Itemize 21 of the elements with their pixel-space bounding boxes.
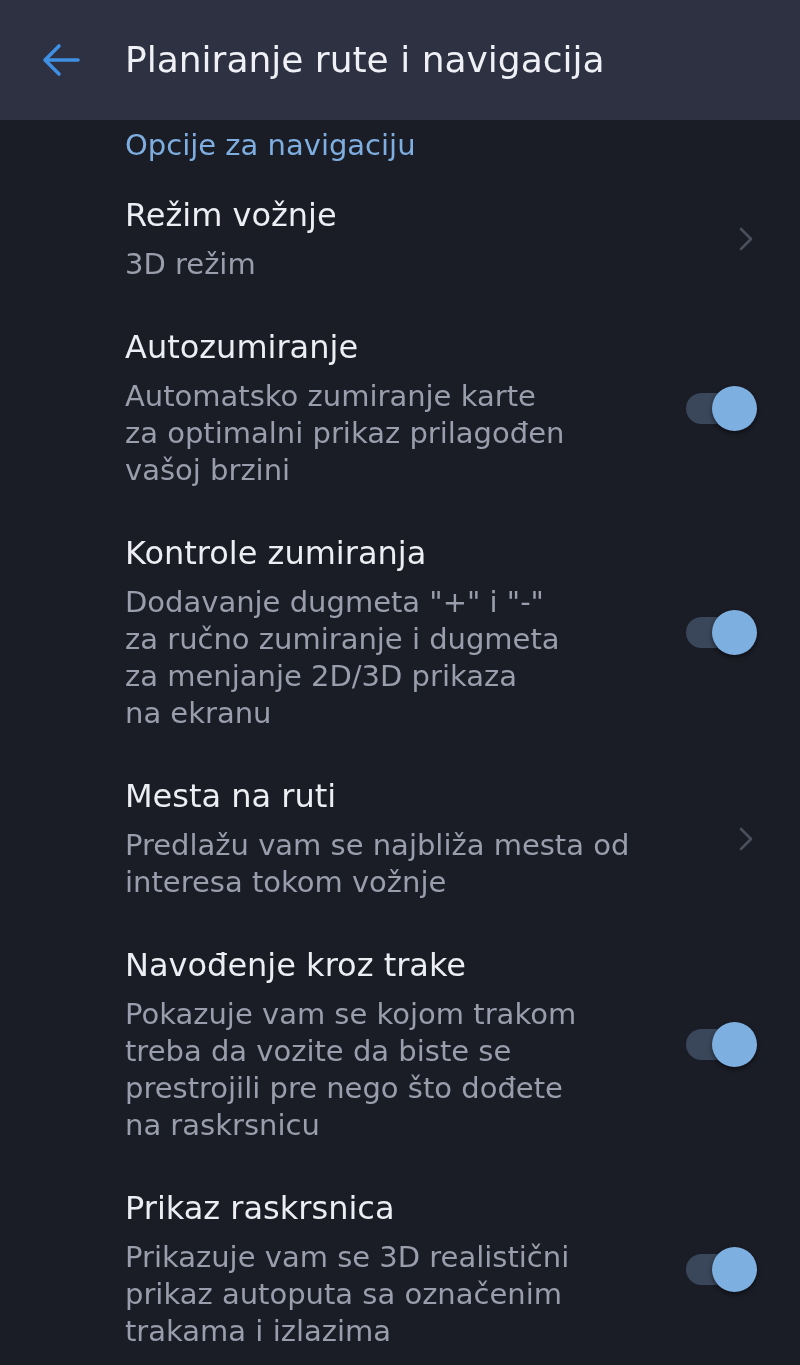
setting-title: Autozumiranje: [125, 327, 359, 367]
setting-description: Predlažu vam se najbliža mesta od interesa tokom vožnje: [125, 827, 630, 901]
setting-title: Kontrole zumiranja: [125, 533, 427, 573]
setting-description: Pokazuje vam se kojom trakom treba da vozite da biste se prestrojili pre nego što dođete na raskrsnicu: [125, 996, 577, 1144]
chevron-right-icon: [739, 826, 753, 851]
toggle-switch[interactable]: [686, 385, 757, 431]
setting-title: Mesta na ruti: [125, 776, 337, 816]
back-arrow-icon: [42, 43, 80, 77]
section-header: Opcije za navigaciju: [125, 128, 416, 162]
toggle-switch[interactable]: [686, 1022, 757, 1067]
chevron-right-icon: [739, 227, 753, 251]
setting-title: Režim vožnje: [125, 195, 337, 235]
setting-title: Navođenje kroz trake: [125, 945, 466, 985]
setting-description: Dodavanje dugmeta "+" i "-" za ručno zumiranje i dugmeta za menjanje 2D/3D prikaza na ekranu: [125, 584, 560, 732]
setting-description: 3D režim: [125, 246, 256, 283]
setting-description: Automatsko zumiranje karte za optimalni prikaz prilagođen vašoj brzini: [125, 378, 565, 489]
toggle-switch[interactable]: [686, 1246, 757, 1292]
page-title: Planiranje rute i navigacija: [125, 38, 605, 82]
toggle-switch[interactable]: [686, 610, 757, 655]
setting-description: Prikazuje vam se 3D realistični prikaz autoputa sa označenim trakama i izlazima: [125, 1239, 570, 1350]
setting-title: Prikaz raskrsnica: [125, 1188, 395, 1228]
